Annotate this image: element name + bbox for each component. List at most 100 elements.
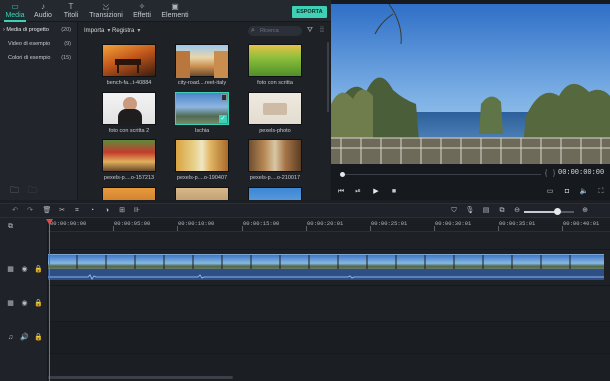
new-folder-icon[interactable]: 🗀 [10,186,20,195]
media-item[interactable] [248,187,302,200]
preview-scrubber-track[interactable] [341,174,541,175]
display-icon[interactable]: ▭ [545,187,555,197]
sidebar-item-sample-colors[interactable]: Colori di esempio (15) [3,52,75,64]
media-item[interactable]: pexels-p....o-210017 [248,139,302,181]
snapshot-icon[interactable]: ◘ [562,187,572,197]
play-icon[interactable]: ▶ [371,187,381,197]
redo-icon[interactable]: ↷ [25,206,35,216]
media-item[interactable]: pexels-p....o-157213 [102,139,156,181]
ruler-label: 00:00:35:01 [499,220,536,227]
green-screen-icon[interactable]: ⊞ [117,206,127,216]
ruler-label: 00:00:40:01 [563,220,600,227]
video-track-1[interactable] [48,250,610,286]
media-item[interactable]: ✓ Ischia [175,92,229,134]
tab-transizioni-label: Transizioni [89,12,123,19]
lock-icon[interactable]: 🔒 [34,299,43,308]
audio-waveform-clip[interactable] [48,269,604,280]
export-button[interactable]: ESPORTA [292,6,327,18]
chevron-down-icon: ▾ [137,28,141,34]
cut-icon[interactable]: ✂ [57,206,67,216]
tab-effetti[interactable]: ✧ Effetti [126,0,158,22]
import-dropdown[interactable]: Importa ▾ [84,25,110,37]
media-item[interactable]: bench-fa...t-40884 [102,44,156,86]
sidebar-item-label: Video di esempio [8,41,51,47]
filter-icon[interactable]: ⛛ [305,26,315,36]
fullscreen-icon[interactable]: ⛶ [596,187,606,197]
top-toolbar: ▭ Media ♪ Audio T Titoli ⤩ Transizioni ✧… [0,0,331,22]
stop-icon[interactable]: ■ [389,187,399,197]
track-headers: ⧉ ▦ ◉ 🔒 ▦ ◉ 🔒 ♫ 🔊 🔒 [0,218,48,381]
media-scrollbar[interactable] [327,42,329,112]
step-back-icon[interactable]: ⏯ [353,187,363,197]
eye-icon[interactable]: ◉ [20,299,29,308]
timeline-ruler[interactable]: 00:00:00:00 00:00:05:00 00:00:10:00 00:0… [48,218,610,232]
video-track-2[interactable] [48,286,610,322]
preview-panel: { } 00:00:00:00 ⏮ ⏯ ▶ ■ ▭ ◘ 🔈 ⛶ [331,0,610,200]
video-clip-ischia[interactable] [48,254,604,269]
record-dropdown[interactable]: Registra ▾ [112,25,140,37]
record-label: Registra [112,28,135,34]
zoom-out-icon[interactable]: ⊖ [512,206,522,216]
media-thumbnail [102,187,156,200]
volume-icon[interactable]: 🔈 [579,187,589,197]
media-thumbnail [102,44,156,77]
sidebar-item-label: Colori di esempio [8,55,51,61]
media-item[interactable] [102,187,156,200]
ruler-tick [306,226,307,231]
media-item-label: Ischia [194,128,210,134]
folder-outline-icon[interactable]: 🗀 [28,186,38,195]
lock-icon[interactable]: 🔒 [34,265,43,274]
color-icon[interactable]: ◑ [102,206,112,216]
delete-icon[interactable]: 🗑 [42,206,52,216]
tab-media[interactable]: ▭ Media [0,0,30,22]
ruler-tick [434,226,435,231]
audio-mixer-icon[interactable]: ⊪ [132,206,142,216]
ruler-tick [242,226,243,231]
media-item[interactable]: foto con scritta 2 [102,92,156,134]
media-item-label: foto con scritta [257,80,293,86]
media-thumbnail [248,139,302,172]
checkmark-icon: ✓ [219,115,227,123]
tab-titoli[interactable]: T Titoli [56,0,86,22]
render-icon[interactable]: ▤ [481,206,491,216]
zoom-in-icon[interactable]: ⊕ [580,206,590,216]
undo-icon[interactable]: ↶ [10,206,20,216]
media-item[interactable]: foto con scritta [248,44,302,86]
media-item[interactable]: pexels-photo [248,92,302,134]
media-item-label: pexels-p....o-190407 [176,175,228,181]
audio-track-1[interactable] [48,322,610,354]
tab-media-label: Media [5,12,25,19]
media-item-label: foto con scritta 2 [108,128,150,134]
split-screen-icon[interactable]: ⧉ [497,206,507,216]
grid-view-icon[interactable]: ⁞⁞ [317,26,327,36]
media-item[interactable] [175,187,229,200]
zoom-slider[interactable] [524,208,574,215]
tab-elementi[interactable]: ▣ Elementi [158,0,192,22]
eye-icon[interactable]: ◉ [20,265,29,274]
search-input[interactable]: ⌕ Ricerca [248,26,302,36]
media-item-label: pexels-photo [259,128,291,134]
tab-transizioni[interactable]: ⤩ Transizioni [88,0,124,22]
sidebar-item-project-media[interactable]: › Media di progetto (20) [3,24,75,36]
zoom-slider-knob[interactable] [553,208,561,215]
previous-frame-icon[interactable]: ⏮ [336,187,346,197]
speaker-icon[interactable]: 🔊 [20,333,29,342]
crop-icon[interactable]: ⌗ [72,206,82,216]
add-track-icon[interactable]: ⧉ [6,222,15,231]
video-track-icon: ▦ [7,300,14,307]
ruler-label: 00:00:30:01 [435,220,472,227]
speed-icon[interactable]: ◔ [87,206,97,216]
preview-scrubber-knob[interactable] [340,172,345,177]
timeline-scrollbar[interactable] [48,376,233,379]
lock-icon[interactable]: 🔒 [34,333,43,342]
folder-icon: ▭ [11,2,19,11]
video-track-icon: ▦ [7,266,14,273]
playhead[interactable] [49,222,50,381]
tab-audio[interactable]: ♪ Audio [28,0,58,22]
microphone-icon[interactable]: 🎙 [465,206,475,216]
media-item[interactable]: city-road....reet-italy [175,44,229,86]
media-item[interactable]: pexels-p....o-190407 [175,139,229,181]
sidebar-item-sample-videos[interactable]: Video di esempio (9) [3,38,75,50]
marker-icon[interactable]: ⛉ [449,206,459,216]
import-label: Importa [84,28,105,34]
